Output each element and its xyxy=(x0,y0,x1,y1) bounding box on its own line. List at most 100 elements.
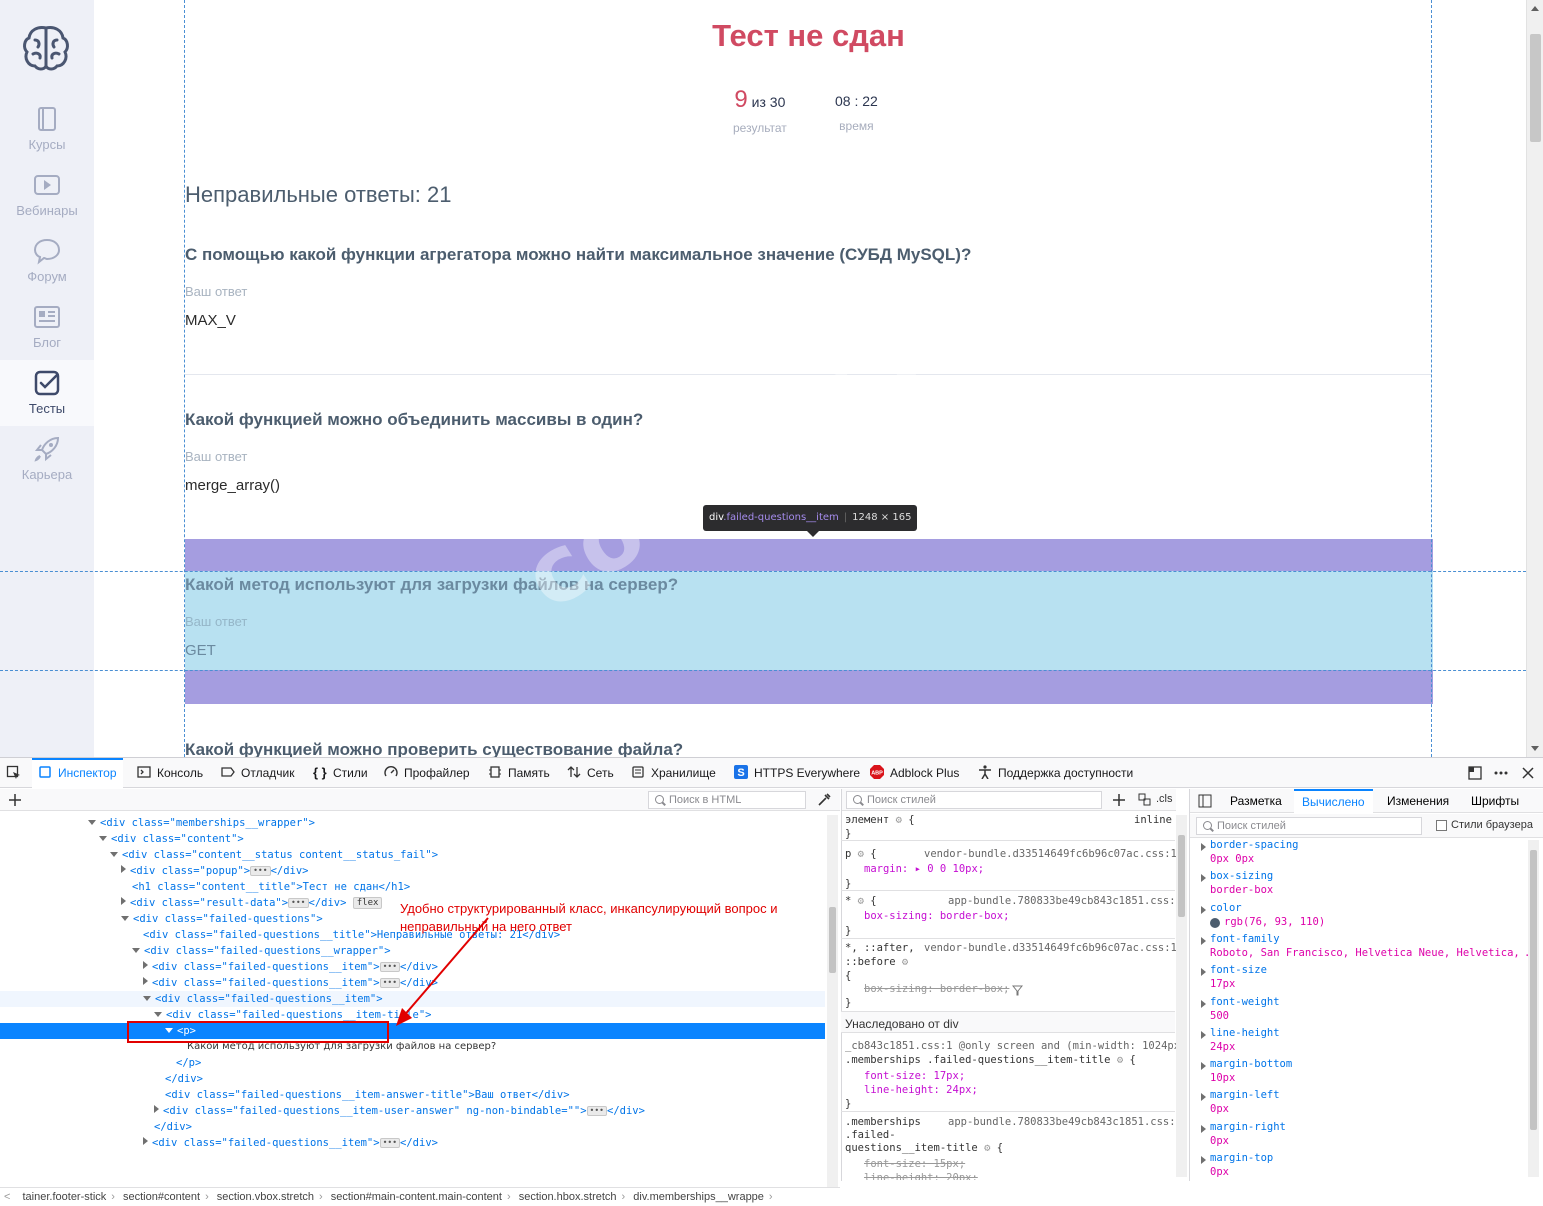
collapsed-ellipsis[interactable]: ••• xyxy=(379,1138,401,1148)
expand-arrow-icon[interactable] xyxy=(1201,1125,1206,1133)
computed-property[interactable]: font-size xyxy=(1210,964,1267,976)
cls-toggle[interactable]: .cls xyxy=(1156,793,1173,805)
tree-node[interactable]: <div class="content"> xyxy=(0,831,825,847)
tab-inspector[interactable]: Инспектор xyxy=(32,758,123,788)
tab-accessibility[interactable]: Поддержка доступности xyxy=(978,758,1133,788)
tab-debugger[interactable]: Отладчик xyxy=(221,758,294,788)
rule[interactable]: p ⚙ { xyxy=(845,848,877,860)
sidebar-item-blog[interactable]: Блог xyxy=(0,302,94,368)
tab-layout[interactable]: Разметка xyxy=(1230,794,1282,808)
tree-node[interactable]: <div class="content__status content__sta… xyxy=(0,847,825,863)
breadcrumb-item[interactable]: div.memberships__wrappe xyxy=(628,1191,769,1203)
tree-scrollbar[interactable] xyxy=(827,815,838,1187)
scroll-thumb[interactable] xyxy=(1530,34,1541,142)
rule-declaration[interactable]: margin: ▸ 0 0 10px; xyxy=(864,863,984,875)
scroll-down-icon[interactable] xyxy=(1531,746,1539,751)
computed-property[interactable]: margin-top xyxy=(1210,1152,1273,1164)
expand-arrow-icon[interactable] xyxy=(1201,843,1206,851)
browser-styles-checkbox[interactable] xyxy=(1436,820,1447,831)
rule[interactable]: * ⚙ { xyxy=(845,895,877,907)
rule[interactable]: ::before ⚙ xyxy=(845,956,908,968)
dock-options-icon[interactable] xyxy=(1467,765,1483,781)
breadcrumb-item[interactable]: section.hbox.stretch xyxy=(514,1191,622,1203)
expand-arrow-icon[interactable] xyxy=(1201,1156,1206,1164)
rules-scrollbar[interactable] xyxy=(1176,815,1187,1177)
breadcrumb-item[interactable]: tainer.footer-stick xyxy=(18,1191,112,1203)
tree-node[interactable]: <h1 class="content__title">Тест не сдан<… xyxy=(0,879,825,895)
tree-node[interactable]: <div class="failed-questions__item-user-… xyxy=(0,1103,825,1119)
rule-selector[interactable]: .memberships xyxy=(845,1116,921,1128)
expand-arrow-icon[interactable] xyxy=(1201,1031,1206,1039)
sidebar-item-career[interactable]: Карьера xyxy=(0,434,94,500)
computed-property[interactable]: margin-bottom xyxy=(1210,1058,1292,1070)
computed-property[interactable]: font-family xyxy=(1210,933,1280,945)
breadcrumb-item[interactable]: section#main-content.main-content xyxy=(326,1191,507,1203)
computed-property[interactable]: font-weight xyxy=(1210,996,1280,1008)
sidebar-item-courses[interactable]: Курсы xyxy=(0,104,94,170)
rule-media[interactable]: _cb843c1851.css:1 @only screen and (min-… xyxy=(845,1040,1186,1052)
rule-selector[interactable]: .failed- xyxy=(845,1129,896,1141)
tab-adblock-plus[interactable]: ABP Adblock Plus xyxy=(870,758,959,788)
collapsed-ellipsis[interactable]: ••• xyxy=(288,898,309,908)
computed-property[interactable]: border-spacing xyxy=(1210,839,1299,851)
html-search-input[interactable]: Поиск в HTML xyxy=(648,791,806,809)
expand-arrow-icon[interactable] xyxy=(1201,874,1206,882)
element-picker-icon[interactable] xyxy=(6,765,22,781)
sidebar-item-forum[interactable]: Форум xyxy=(0,236,94,302)
expand-arrow-icon[interactable] xyxy=(1201,937,1206,945)
tree-node[interactable]: </p> xyxy=(0,1055,825,1071)
expand-arrow-icon[interactable] xyxy=(1201,1000,1206,1008)
tree-node[interactable]: <div class="memberships__wrapper"> xyxy=(0,815,825,831)
tree-text-node[interactable]: Какой метод используют для загрузки файл… xyxy=(0,1039,825,1055)
rule-source[interactable]: app-bundle.780833be49cb843c1851.css:1 xyxy=(948,895,1182,907)
pseudo-class-icon[interactable] xyxy=(1138,793,1152,807)
page-scrollbar[interactable] xyxy=(1526,0,1543,757)
tab-network[interactable]: Сеть xyxy=(567,758,614,788)
breadcrumb-item[interactable]: section#content xyxy=(118,1191,205,1203)
more-options-icon[interactable] xyxy=(1493,765,1509,781)
filter-icon[interactable] xyxy=(1012,985,1023,996)
add-rule-icon[interactable] xyxy=(1112,793,1126,807)
toggle-pane-icon[interactable] xyxy=(1198,794,1212,808)
rule-declaration-overridden[interactable]: line-height: 20px; xyxy=(864,1172,978,1180)
rule-declaration[interactable]: font-size: 17px; xyxy=(864,1070,965,1082)
tree-node[interactable]: </div> xyxy=(0,1119,825,1135)
tab-changes[interactable]: Изменения xyxy=(1387,794,1449,808)
rule-source[interactable]: vendor-bundle.d33514649fc6b96c07ac.css:1… xyxy=(924,848,1183,860)
rule[interactable]: questions__item-title ⚙ { xyxy=(845,1142,1003,1154)
tab-fonts[interactable]: Шрифты xyxy=(1471,794,1519,808)
rule-source[interactable]: vendor-bundle.d33514649fc6b96c07ac.css:1… xyxy=(924,942,1183,954)
styles-search-input[interactable]: Поиск стилей xyxy=(846,791,1102,809)
tab-profiler[interactable]: Профайлер xyxy=(384,758,470,788)
tab-console[interactable]: Консоль xyxy=(137,758,203,788)
computed-search-input[interactable]: Поиск стилей xyxy=(1196,817,1422,835)
rule-source[interactable]: inline xyxy=(1134,814,1172,826)
computed-scrollbar[interactable] xyxy=(1528,840,1539,1177)
brain-logo-icon[interactable] xyxy=(20,22,72,74)
expand-arrow-icon[interactable] xyxy=(1201,906,1206,914)
rule[interactable]: .memberships .failed-questions__item-tit… xyxy=(845,1054,1136,1066)
tab-memory[interactable]: Память xyxy=(488,758,550,788)
expand-arrow-icon[interactable] xyxy=(1201,1062,1206,1070)
rule-declaration-overridden[interactable]: box-sizing: border-box; xyxy=(864,983,1009,995)
computed-property[interactable]: line-height xyxy=(1210,1027,1280,1039)
rule-declaration-overridden[interactable]: font-size: 15px; xyxy=(864,1158,965,1170)
tree-node[interactable]: </div> xyxy=(0,1071,825,1087)
close-icon[interactable] xyxy=(1520,765,1536,781)
computed-property[interactable]: margin-left xyxy=(1210,1089,1280,1101)
tab-computed[interactable]: Вычислено xyxy=(1294,789,1373,813)
tree-node[interactable]: <div class="failed-questions__item-answe… xyxy=(0,1087,825,1103)
tree-node[interactable]: <div class="popup"> ••• </div> xyxy=(0,863,825,879)
tree-node[interactable]: <div class="failed-questions__item"> ••• <… xyxy=(0,1135,825,1151)
computed-property[interactable]: box-sizing xyxy=(1210,870,1273,882)
sidebar-item-tests[interactable]: Тесты xyxy=(0,360,94,426)
computed-property[interactable]: margin-right xyxy=(1210,1121,1286,1133)
tab-styles[interactable]: { } Стили xyxy=(313,758,368,788)
breadcrumb-item[interactable]: section.vbox.stretch xyxy=(212,1191,319,1203)
rule-declaration[interactable]: box-sizing: border-box; xyxy=(864,910,1009,922)
expand-arrow-icon[interactable] xyxy=(1201,968,1206,976)
collapsed-ellipsis[interactable]: ••• xyxy=(586,1106,607,1116)
sidebar-item-webinars[interactable]: Вебинары xyxy=(0,170,94,236)
add-node-icon[interactable] xyxy=(8,793,22,807)
eyedropper-icon[interactable] xyxy=(817,793,831,807)
